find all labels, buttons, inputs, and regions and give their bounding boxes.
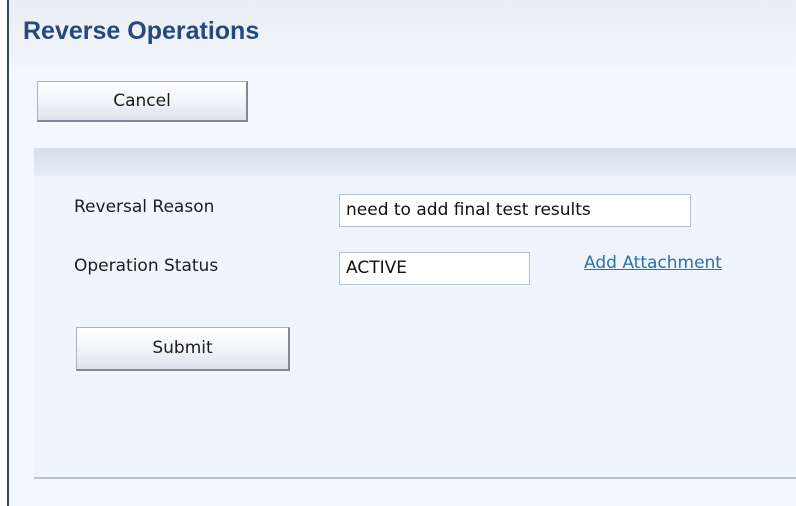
section-header-band: [34, 148, 796, 176]
cancel-button[interactable]: Cancel: [37, 81, 248, 122]
operation-status-label: Operation Status: [74, 256, 219, 276]
submit-button[interactable]: Submit: [76, 327, 290, 371]
reversal-reason-label: Reversal Reason: [74, 197, 215, 217]
page-title: Reverse Operations: [23, 17, 260, 45]
title-bar: Reverse Operations: [9, 0, 796, 66]
main-content: Cancel Reversal Reason need to add final…: [9, 66, 796, 506]
add-attachment-link[interactable]: Add Attachment: [584, 253, 722, 273]
reversal-form: Reversal Reason need to add final test r…: [34, 176, 796, 477]
bottom-divider: [34, 477, 796, 479]
reversal-reason-input[interactable]: need to add final test results: [339, 194, 691, 227]
reverse-operations-window: Reverse Operations Cancel Reversal Reaso…: [0, 0, 796, 506]
operation-status-input[interactable]: ACTIVE: [339, 252, 530, 285]
